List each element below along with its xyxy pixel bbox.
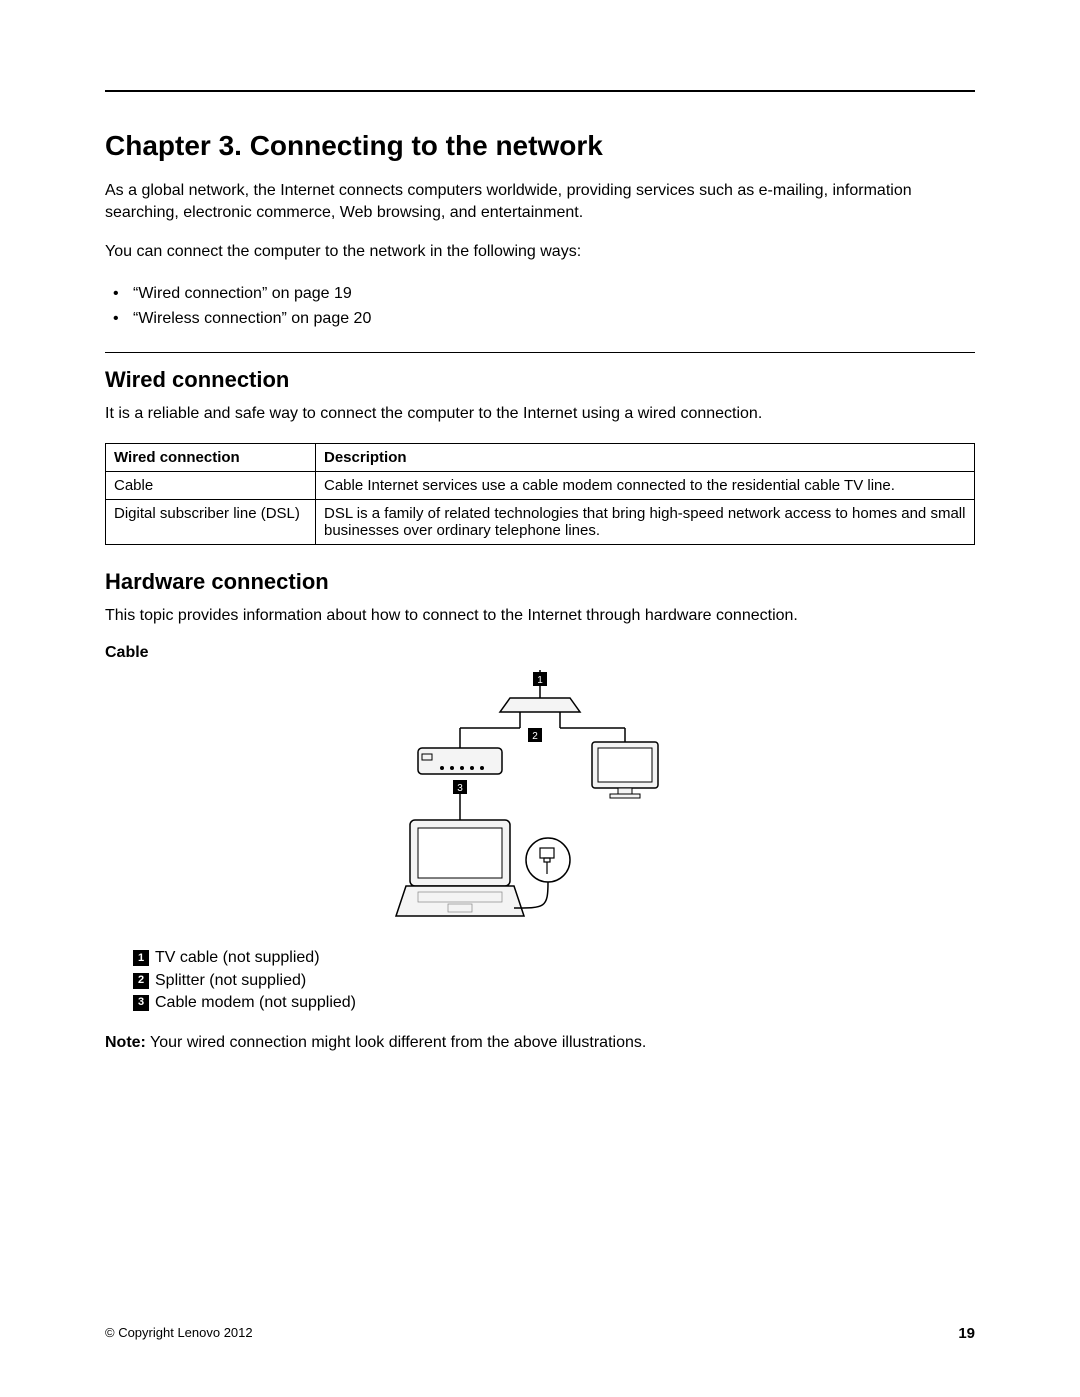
legend-num-icon: 3: [133, 995, 149, 1011]
note-text: Your wired connection might look differe…: [146, 1034, 646, 1051]
bullet-item: “Wireless connection” on page 20: [105, 306, 975, 332]
chapter-title: Chapter 3. Connecting to the network: [105, 130, 975, 162]
legend-text: TV cable (not supplied): [155, 947, 320, 969]
cable-diagram: 1 2 3: [105, 670, 975, 935]
legend-text: Cable modem (not supplied): [155, 992, 356, 1014]
wired-heading: Wired connection: [105, 367, 975, 393]
table-cell: Cable Internet services use a cable mode…: [316, 471, 975, 499]
intro-bullet-list: “Wired connection” on page 19 “Wireless …: [105, 281, 975, 332]
note-paragraph: Note: Your wired connection might look d…: [105, 1032, 975, 1054]
copyright-text: © Copyright Lenovo 2012: [105, 1325, 253, 1342]
table-cell: Cable: [106, 471, 316, 499]
diagram-svg: 1 2 3: [370, 670, 710, 930]
page-number: 19: [958, 1325, 975, 1342]
section-rule: [105, 352, 975, 353]
legend-item: 3 Cable modem (not supplied): [133, 992, 975, 1014]
note-label: Note:: [105, 1034, 146, 1051]
table-cell: Digital subscriber line (DSL): [106, 499, 316, 544]
intro-paragraph-1: As a global network, the Internet connec…: [105, 180, 975, 223]
laptop-icon: [396, 820, 524, 916]
svg-text:2: 2: [532, 731, 538, 742]
table-header: Wired connection: [106, 443, 316, 471]
legend-text: Splitter (not supplied): [155, 970, 306, 992]
bullet-item: “Wired connection” on page 19: [105, 281, 975, 307]
legend-num-icon: 1: [133, 950, 149, 966]
svg-text:1: 1: [537, 675, 543, 686]
cable-subheading: Cable: [105, 644, 975, 662]
intro-paragraph-2: You can connect the computer to the netw…: [105, 241, 975, 263]
table-cell: DSL is a family of related technologies …: [316, 499, 975, 544]
legend-item: 2 Splitter (not supplied): [133, 970, 975, 992]
legend-num-icon: 2: [133, 973, 149, 989]
legend-item: 1 TV cable (not supplied): [133, 947, 975, 969]
wired-intro: It is a reliable and safe way to connect…: [105, 403, 975, 425]
diagram-legend: 1 TV cable (not supplied) 2 Splitter (no…: [105, 947, 975, 1014]
hardware-heading: Hardware connection: [105, 569, 975, 595]
wired-table: Wired connection Description Cable Cable…: [105, 443, 975, 545]
top-rule: [105, 90, 975, 92]
page-footer: © Copyright Lenovo 2012 19: [105, 1325, 975, 1342]
svg-text:3: 3: [457, 783, 463, 794]
table-row: Digital subscriber line (DSL) DSL is a f…: [106, 499, 975, 544]
hardware-intro: This topic provides information about ho…: [105, 605, 975, 627]
table-header: Description: [316, 443, 975, 471]
table-row: Cable Cable Internet services use a cabl…: [106, 471, 975, 499]
table-header-row: Wired connection Description: [106, 443, 975, 471]
